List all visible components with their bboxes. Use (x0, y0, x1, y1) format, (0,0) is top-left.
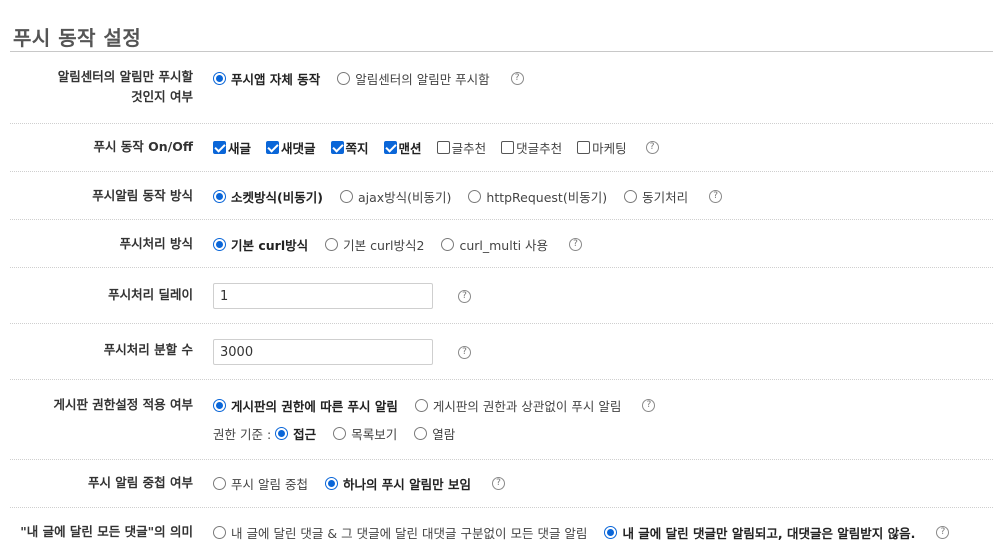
permission-basis-label: 권한 기준 : (213, 426, 272, 442)
checkbox-mention[interactable]: 맨션 (383, 138, 422, 157)
row-center-only: 알림센터의 알림만 푸시할 것인지 여부 푸시앱 자체 동작 알림센터의 알림만… (10, 52, 993, 124)
center-only-options: 푸시앱 자체 동작 알림센터의 알림만 푸시함 ? (213, 68, 524, 88)
radio-indicator[interactable] (604, 525, 618, 539)
checkbox-new-post[interactable]: 새글 (213, 138, 251, 157)
checkbox-indicator[interactable] (330, 140, 344, 154)
radio-indicator[interactable] (213, 237, 226, 251)
radio-overlap-single[interactable]: 하나의 푸시 알림만 보임 (324, 474, 471, 493)
checkbox-indicator[interactable] (383, 140, 397, 154)
radio-indicator[interactable] (213, 189, 226, 203)
comment-meaning-options: 내 글에 달린 댓글 & 그 댓글에 달린 대댓글 구분없이 모든 댓글 알림 … (213, 522, 950, 542)
delay-input[interactable] (213, 283, 433, 309)
radio-indicator[interactable] (624, 189, 638, 203)
checkbox-new-comment[interactable]: 새댓글 (266, 138, 316, 157)
row-label-process: 푸시처리 방식 (119, 236, 193, 251)
checkbox-indicator[interactable] (436, 140, 450, 154)
delay-field: ? (213, 283, 471, 309)
overlap-options: 푸시 알림 중첩 하나의 푸시 알림만 보임 ? (213, 473, 506, 493)
radio-indicator[interactable] (468, 189, 482, 203)
checkbox-comment-like[interactable]: 댓글추천 (501, 138, 562, 157)
row-push-overlap: 푸시 알림 중첩 여부 푸시 알림 중첩 하나의 푸시 알림만 보임 ? (10, 460, 993, 508)
checkbox-marketing[interactable]: 마케팅 (577, 138, 627, 157)
row-label-onoff: 푸시 동작 On/Off (93, 139, 193, 154)
row-label-split: 푸시처리 분할 수 (103, 342, 193, 357)
radio-center-only[interactable]: 알림센터의 알림만 푸시함 (337, 69, 490, 88)
row-push-delay: 푸시처리 딜레이 ? (10, 268, 993, 324)
radio-indicator[interactable] (339, 189, 353, 203)
radio-indicator[interactable] (213, 525, 226, 539)
checkbox-message[interactable]: 쪽지 (330, 138, 369, 157)
help-icon[interactable]: ? (642, 398, 656, 412)
radio-all-comments[interactable]: 내 글에 달린 댓글 & 그 댓글에 달린 대댓글 구분없이 모든 댓글 알림 (213, 523, 587, 542)
radio-basis-list[interactable]: 목록보기 (333, 424, 397, 443)
row-label-delay: 푸시처리 딜레이 (108, 287, 193, 302)
split-input[interactable] (213, 339, 433, 365)
row-board-permission: 게시판 권한설정 적용 여부 게시판의 권한에 따른 푸시 알림 게시판의 권한… (10, 380, 993, 460)
help-icon[interactable]: ? (569, 237, 583, 251)
process-options: 기본 curl방식 기본 curl방식2 curl_multi 사용 ? (213, 234, 583, 254)
help-icon[interactable]: ? (458, 289, 471, 303)
radio-basis-read[interactable]: 열람 (414, 424, 455, 443)
onoff-checkboxes: 새글 새댓글 쪽지 맨션 글추천 댓글추천 마케팅 ? (213, 137, 659, 157)
page-title: 푸시 동작 설정 (13, 26, 142, 50)
radio-indicator[interactable] (324, 476, 338, 490)
split-field: ? (213, 339, 471, 365)
radio-board-perm-ignore[interactable]: 게시판의 권한과 상관없이 푸시 알림 (414, 396, 621, 415)
radio-push-app-self[interactable]: 푸시앱 자체 동작 (213, 69, 320, 88)
radio-indicator[interactable] (213, 398, 226, 412)
radio-board-perm-follow[interactable]: 게시판의 권한에 따른 푸시 알림 (213, 396, 398, 415)
radio-basis-access[interactable]: 접근 (275, 424, 316, 443)
radio-indicator[interactable] (213, 71, 226, 85)
radio-overlap-stack[interactable]: 푸시 알림 중첩 (213, 474, 308, 493)
row-comment-meaning: "내 글에 달린 모든 댓글"의 의미 내 글에 달린 댓글 & 그 댓글에 달… (10, 508, 993, 559)
radio-sync[interactable]: 동기처리 (624, 187, 688, 206)
board-permission-options: 게시판의 권한에 따른 푸시 알림 게시판의 권한과 상관없이 푸시 알림 ? (213, 395, 656, 415)
radio-indicator[interactable] (414, 426, 428, 440)
radio-indicator[interactable] (337, 71, 351, 85)
help-icon[interactable]: ? (492, 476, 506, 490)
method-options: 소켓방식(비동기) ajax방식(비동기) httpRequest(비동기) 동… (213, 186, 723, 206)
radio-curl-basic[interactable]: 기본 curl방식 (213, 235, 308, 254)
row-label-method: 푸시알림 동작 방식 (92, 188, 193, 203)
help-icon[interactable]: ? (936, 525, 950, 539)
radio-indicator[interactable] (213, 476, 226, 490)
checkbox-indicator[interactable] (501, 140, 515, 154)
checkbox-indicator[interactable] (577, 140, 591, 154)
radio-indicator[interactable] (325, 237, 339, 251)
help-icon[interactable]: ? (645, 140, 659, 154)
row-push-onoff: 푸시 동작 On/Off 새글 새댓글 쪽지 맨션 글추천 댓글추천 마케팅 ? (10, 124, 993, 172)
checkbox-indicator[interactable] (266, 140, 280, 154)
radio-indicator[interactable] (414, 398, 428, 412)
row-push-split: 푸시처리 분할 수 ? (10, 324, 993, 380)
radio-httprequest[interactable]: httpRequest(비동기) (468, 187, 607, 206)
help-icon[interactable]: ? (458, 345, 471, 359)
row-label-center-only: 알림센터의 알림만 푸시할 것인지 여부 (57, 69, 193, 104)
radio-indicator[interactable] (441, 237, 455, 251)
radio-indicator[interactable] (275, 426, 289, 440)
row-push-method: 푸시알림 동작 방식 소켓방식(비동기) ajax방식(비동기) httpReq… (10, 172, 993, 220)
radio-indicator[interactable] (333, 426, 347, 440)
radio-curl-basic2[interactable]: 기본 curl방식2 (325, 235, 424, 254)
checkbox-post-like[interactable]: 글추천 (436, 138, 486, 157)
radio-direct-comments-only[interactable]: 내 글에 달린 댓글만 알림되고, 대댓글은 알림받지 않음. (604, 523, 915, 542)
help-icon[interactable]: ? (510, 71, 524, 85)
radio-curl-multi[interactable]: curl_multi 사용 (441, 235, 548, 254)
checkbox-indicator[interactable] (213, 140, 226, 154)
row-label-overlap: 푸시 알림 중첩 여부 (87, 475, 193, 490)
radio-ajax[interactable]: ajax방식(비동기) (339, 187, 451, 206)
radio-socket[interactable]: 소켓방식(비동기) (213, 187, 323, 206)
permission-basis-options: 권한 기준 : 접근 목록보기 열람 (213, 423, 472, 443)
help-icon[interactable]: ? (709, 189, 723, 203)
row-label-board-permission: 게시판 권한설정 적용 여부 (53, 397, 193, 412)
row-label-comment-meaning: "내 글에 달린 모든 댓글"의 의미 (20, 524, 193, 539)
row-push-process: 푸시처리 방식 기본 curl방식 기본 curl방식2 curl_multi … (10, 220, 993, 268)
